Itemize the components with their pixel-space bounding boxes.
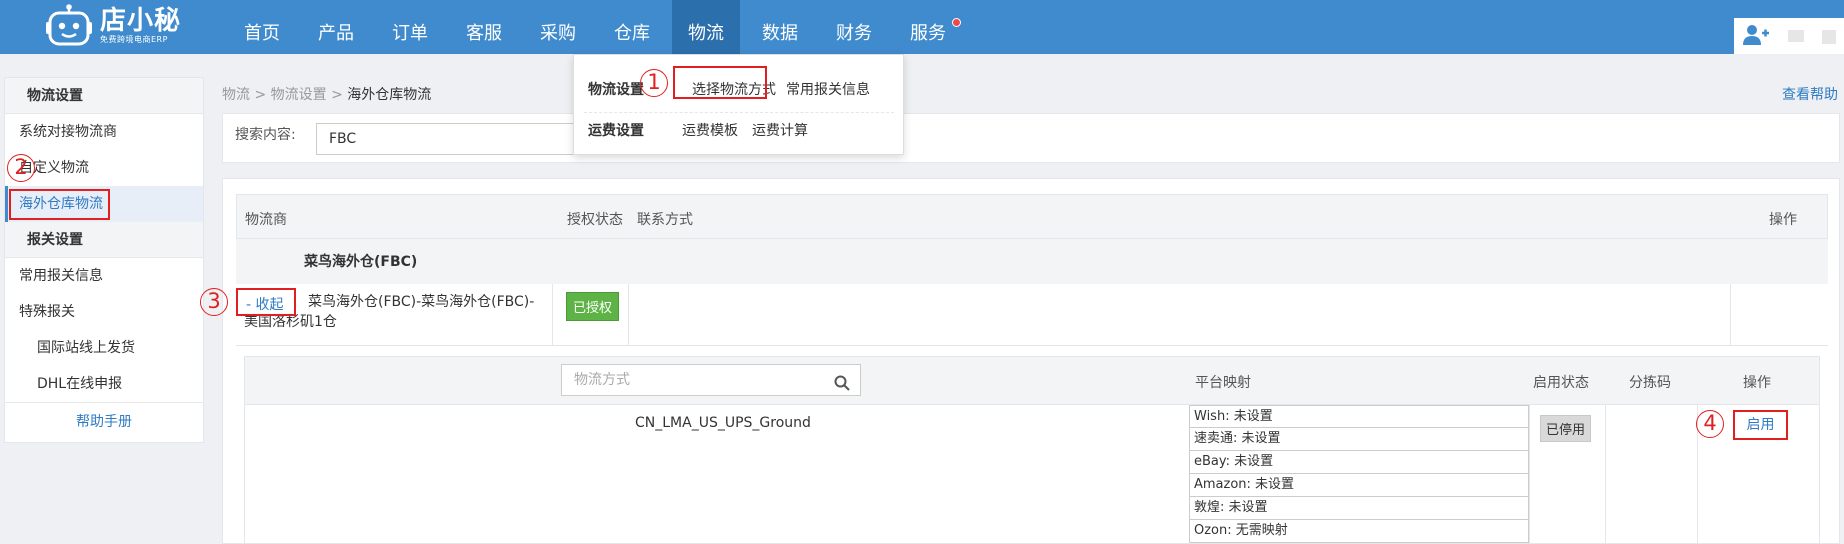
header-actions: 操作 bbox=[1769, 212, 1797, 228]
provider-group-title: 菜鸟海外仓(FBC) bbox=[304, 254, 418, 270]
top-navigation-bar: 店小秘 免费跨境电商ERP 首页 产品 订单 客服 采购 仓库 物流 数据 财务… bbox=[0, 0, 1844, 54]
platform-mapping-list: Wish: 未设置 速卖通: 未设置 eBay: 未设置 Amazon: 未设置… bbox=[1189, 405, 1529, 544]
breadcrumb-logistics[interactable]: 物流 bbox=[222, 87, 250, 103]
enable-button[interactable]: 启用 bbox=[1733, 410, 1788, 440]
highlight-box-select-method bbox=[673, 66, 767, 99]
step-marker-1: 1 bbox=[640, 69, 668, 97]
nav-services[interactable]: 服务 bbox=[898, 0, 958, 54]
shipping-methods-panel: 物流方式 平台映射 启用状态 分拣码 操作 CN_LMA_US_UPS_Grou… bbox=[244, 356, 1820, 544]
nav-products[interactable]: 产品 bbox=[306, 0, 366, 54]
sidebar-item-intl-shipping[interactable]: 国际站线上发货 bbox=[5, 330, 203, 366]
header-auth-status: 授权状态 bbox=[567, 212, 623, 228]
breadcrumb-separator: > bbox=[254, 87, 267, 103]
sidebar-item-system-carriers[interactable]: 系统对接物流商 bbox=[5, 114, 203, 150]
header-enable-status: 启用状态 bbox=[1533, 375, 1589, 391]
sidebar-item-dhl-declaration[interactable]: DHL在线申报 bbox=[5, 366, 203, 402]
header-carrier: 物流商 bbox=[245, 212, 287, 228]
customs-info-link[interactable]: 常用报关信息 bbox=[786, 79, 870, 99]
search-panel: 搜索内容: FBC bbox=[222, 113, 1840, 163]
method-search-placeholder: 物流方式 bbox=[574, 372, 630, 388]
nav-customer-service[interactable]: 客服 bbox=[454, 0, 514, 54]
message-icon[interactable] bbox=[1788, 30, 1804, 42]
step-marker-3: 3 bbox=[200, 288, 228, 316]
logo-title: 店小秘 bbox=[100, 6, 182, 36]
search-icon[interactable] bbox=[834, 372, 850, 402]
step-marker-4: 4 bbox=[1696, 410, 1724, 438]
breadcrumb-current: 海外仓库物流 bbox=[347, 87, 432, 103]
provider-group-header: 菜鸟海外仓(FBC) bbox=[236, 238, 1828, 284]
disabled-status-badge: 已停用 bbox=[1540, 415, 1592, 442]
highlight-box-collapse bbox=[236, 288, 296, 316]
sidebar-section-logistics-settings: 物流设置 bbox=[5, 78, 203, 114]
sidebar-item-customs-info[interactable]: 常用报关信息 bbox=[5, 258, 203, 294]
dropdown-group-title-1: 物流设置 bbox=[588, 82, 644, 98]
mapping-dhgate[interactable]: 敦煌: 未设置 bbox=[1189, 497, 1529, 520]
mapping-ozon[interactable]: Ozon: 无需映射 bbox=[1189, 520, 1529, 543]
header-platform-mapping: 平台映射 bbox=[1195, 375, 1251, 391]
app-logo[interactable]: 店小秘 免费跨境电商ERP bbox=[46, 2, 181, 50]
search-label: 搜索内容: bbox=[235, 127, 296, 143]
breadcrumb: 物流 > 物流设置 > 海外仓库物流 bbox=[222, 84, 431, 104]
view-help-link[interactable]: 查看帮助 bbox=[1782, 84, 1838, 104]
shipping-methods-header: 物流方式 平台映射 启用状态 分拣码 操作 bbox=[245, 357, 1819, 405]
header-sub-actions: 操作 bbox=[1743, 375, 1771, 391]
mapping-ebay[interactable]: eBay: 未设置 bbox=[1189, 451, 1529, 474]
nav-home[interactable]: 首页 bbox=[232, 0, 292, 54]
help-manual-link[interactable]: 帮助手册 bbox=[5, 402, 203, 440]
nav-data[interactable]: 数据 bbox=[750, 0, 810, 54]
header-contact: 联系方式 bbox=[637, 212, 693, 228]
user-add-icon[interactable] bbox=[1742, 24, 1770, 50]
header-sort-code: 分拣码 bbox=[1629, 375, 1671, 391]
nav-finance[interactable]: 财务 bbox=[824, 0, 884, 54]
nav-warehouse[interactable]: 仓库 bbox=[602, 0, 662, 54]
shipping-method-name: CN_LMA_US_UPS_Ground bbox=[635, 415, 811, 431]
mapping-wish[interactable]: Wish: 未设置 bbox=[1189, 405, 1529, 428]
dropdown-group-title-2: 运费设置 bbox=[588, 123, 644, 139]
mapping-aliexpress[interactable]: 速卖通: 未设置 bbox=[1189, 428, 1529, 451]
freight-calc-link[interactable]: 运费计算 bbox=[752, 120, 808, 140]
freight-template-link[interactable]: 运费模板 bbox=[682, 120, 738, 140]
breadcrumb-logistics-settings[interactable]: 物流设置 bbox=[271, 87, 327, 103]
robot-logo-icon bbox=[46, 4, 92, 48]
notification-dot bbox=[952, 18, 961, 27]
highlight-box-sidebar bbox=[9, 189, 110, 220]
breadcrumb-separator: > bbox=[331, 87, 343, 103]
mapping-amazon[interactable]: Amazon: 未设置 bbox=[1189, 474, 1529, 497]
settings-icon[interactable] bbox=[1822, 30, 1836, 44]
method-search-input[interactable]: 物流方式 bbox=[561, 364, 861, 396]
authorized-badge: 已授权 bbox=[566, 292, 620, 321]
nav-purchasing[interactable]: 采购 bbox=[528, 0, 588, 54]
dropdown-group-freight-settings: 运费设置 运费模板 运费计算 bbox=[574, 104, 903, 154]
nav-logistics[interactable]: 物流 bbox=[672, 0, 740, 54]
step-marker-2: 2 bbox=[7, 154, 35, 182]
nav-orders[interactable]: 订单 bbox=[380, 0, 440, 54]
logo-subtitle: 免费跨境电商ERP bbox=[100, 35, 168, 44]
sidebar-item-special-customs[interactable]: 特殊报关 bbox=[5, 294, 203, 330]
sidebar: 物流设置 系统对接物流商 自定义物流 海外仓库物流 报关设置 常用报关信息 特殊… bbox=[4, 77, 204, 443]
sidebar-section-customs-settings: 报关设置 bbox=[5, 222, 203, 258]
user-area bbox=[1734, 18, 1844, 54]
table-row: 菜鸟海外仓(FBC)-菜鸟海外仓(FBC)-美国洛杉矶1仓 - 收起 已授权 bbox=[236, 284, 1828, 346]
